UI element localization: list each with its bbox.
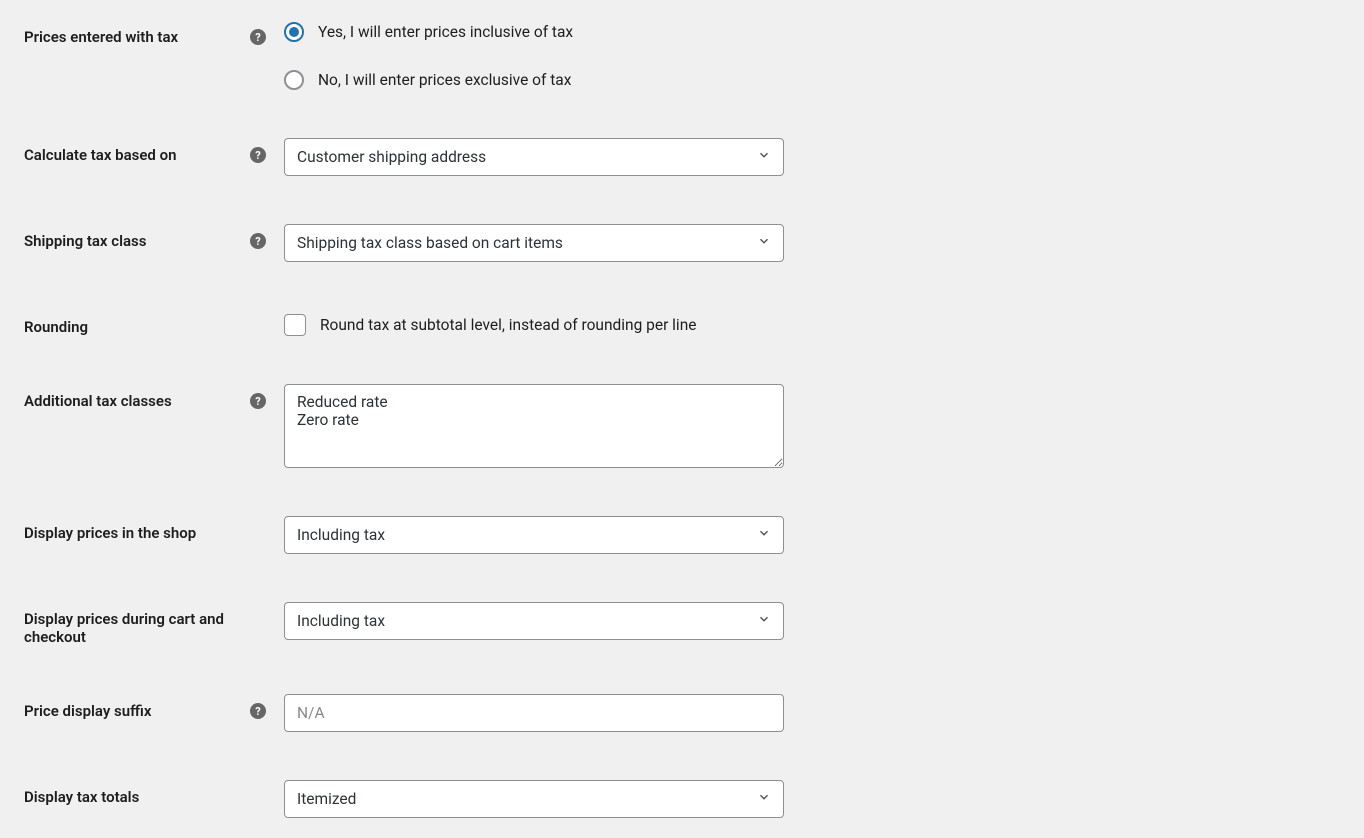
shipping-tax-class-select[interactable]: Shipping tax class based on cart items — [284, 224, 784, 262]
radio-label: No, I will enter prices exclusive of tax — [318, 71, 571, 89]
additional-tax-classes-textarea[interactable]: Reduced rate Zero rate — [284, 384, 784, 468]
help-icon[interactable]: ? — [250, 393, 266, 409]
display-tax-totals-label: Display tax totals — [24, 788, 139, 806]
rounding-checkbox[interactable] — [284, 314, 306, 336]
prices-entered-radio-group: Yes, I will enter prices inclusive of ta… — [284, 20, 824, 90]
select-value: Including tax — [297, 526, 385, 544]
prices-entered-no-radio[interactable]: No, I will enter prices exclusive of tax — [284, 70, 824, 90]
shipping-tax-class-label: Shipping tax class — [24, 232, 146, 250]
chevron-down-icon — [757, 148, 771, 166]
display-cart-label: Display prices during cart and checkout — [24, 610, 284, 646]
help-icon[interactable]: ? — [250, 29, 266, 45]
radio-label: Yes, I will enter prices inclusive of ta… — [318, 23, 573, 41]
chevron-down-icon — [757, 526, 771, 544]
help-icon[interactable]: ? — [250, 233, 266, 249]
rounding-label: Rounding — [24, 318, 88, 336]
prices-entered-yes-radio[interactable]: Yes, I will enter prices inclusive of ta… — [284, 22, 824, 42]
display-shop-select[interactable]: Including tax — [284, 516, 784, 554]
prices-entered-label: Prices entered with tax — [24, 28, 178, 46]
select-value: Including tax — [297, 612, 385, 630]
rounding-checkbox-label: Round tax at subtotal level, instead of … — [320, 316, 696, 334]
select-value: Shipping tax class based on cart items — [297, 234, 563, 252]
select-value: Customer shipping address — [297, 148, 486, 166]
select-value: Itemized — [297, 790, 356, 808]
additional-tax-classes-label: Additional tax classes — [24, 392, 172, 410]
calculate-tax-select[interactable]: Customer shipping address — [284, 138, 784, 176]
calculate-tax-label: Calculate tax based on — [24, 146, 176, 164]
price-suffix-label: Price display suffix — [24, 702, 151, 720]
radio-icon — [284, 70, 304, 90]
display-cart-select[interactable]: Including tax — [284, 602, 784, 640]
chevron-down-icon — [757, 790, 771, 808]
chevron-down-icon — [757, 234, 771, 252]
help-icon[interactable]: ? — [250, 703, 266, 719]
display-tax-totals-select[interactable]: Itemized — [284, 780, 784, 818]
price-suffix-input[interactable] — [284, 694, 784, 732]
display-shop-label: Display prices in the shop — [24, 524, 196, 542]
help-icon[interactable]: ? — [250, 147, 266, 163]
chevron-down-icon — [757, 612, 771, 630]
radio-icon — [284, 22, 304, 42]
